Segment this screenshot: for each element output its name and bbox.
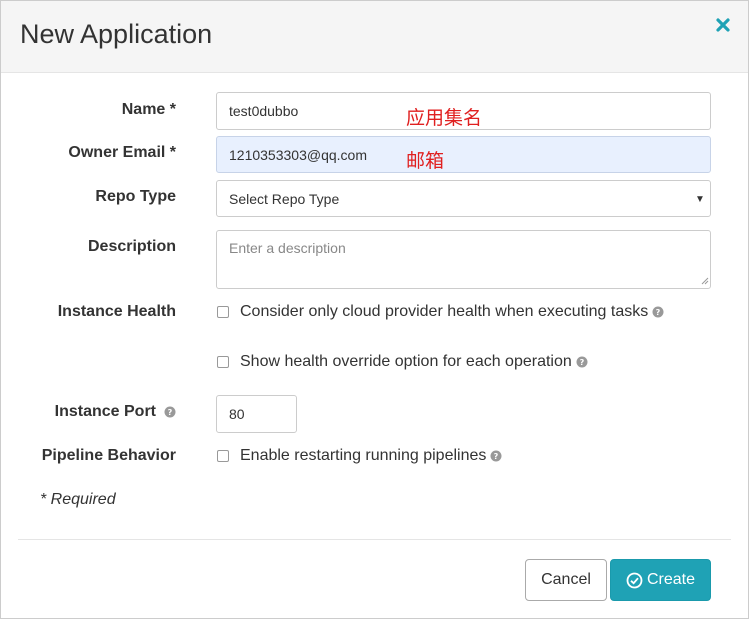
restart-pipelines-option[interactable]: Enable restarting running pipelines ? — [217, 447, 502, 465]
instance-port-label: Instance Port ? — [55, 403, 176, 421]
cancel-button[interactable]: Cancel — [525, 559, 607, 601]
required-note: * Required — [40, 491, 116, 508]
cloud-provider-health-checkbox[interactable] — [217, 306, 229, 318]
owner-email-annotation: 邮箱 — [406, 150, 445, 172]
owner-email-input[interactable]: 1210353303@qq.com — [216, 136, 711, 173]
name-annotation: 应用集名 — [406, 107, 483, 129]
help-circle-icon[interactable]: ? — [490, 450, 502, 462]
resize-handle-icon[interactable] — [700, 276, 709, 285]
name-label: Name * — [121, 101, 176, 118]
pipeline-behavior-label: Pipeline Behavior — [41, 447, 176, 464]
close-icon — [716, 18, 730, 32]
dialog-title: New Application — [20, 19, 213, 49]
instance-health-label: Instance Health — [57, 303, 176, 320]
caret-down-icon: ▼ — [695, 194, 705, 205]
restart-pipelines-checkbox[interactable] — [217, 450, 229, 462]
repo-type-label: Repo Type — [95, 188, 176, 205]
health-override-checkbox[interactable] — [217, 356, 229, 368]
help-circle-icon[interactable]: ? — [576, 356, 588, 368]
cloud-provider-health-option[interactable]: Consider only cloud provider health when… — [217, 303, 664, 321]
owner-email-label: Owner Email * — [68, 144, 176, 161]
dialog-header: New Application — [1, 1, 748, 73]
svg-text:?: ? — [579, 358, 584, 367]
instance-port-input[interactable]: 80 — [216, 395, 297, 433]
repo-type-select[interactable]: Select Repo Type — [216, 180, 711, 217]
help-circle-icon[interactable]: ? — [164, 406, 176, 418]
svg-text:?: ? — [168, 408, 173, 417]
create-button[interactable]: Create — [610, 559, 711, 601]
footer-divider — [18, 539, 731, 540]
help-circle-icon[interactable]: ? — [652, 306, 664, 318]
description-label: Description — [87, 238, 176, 255]
health-override-option[interactable]: Show health override option for each ope… — [217, 353, 588, 371]
check-circle-icon — [626, 572, 643, 588]
svg-text:?: ? — [656, 308, 661, 317]
svg-text:?: ? — [494, 452, 499, 461]
new-application-dialog: New Application Name * test0dubbo 应用集名 O… — [0, 0, 749, 619]
close-button[interactable] — [711, 13, 735, 37]
description-textarea[interactable]: Enter a description — [216, 230, 711, 289]
